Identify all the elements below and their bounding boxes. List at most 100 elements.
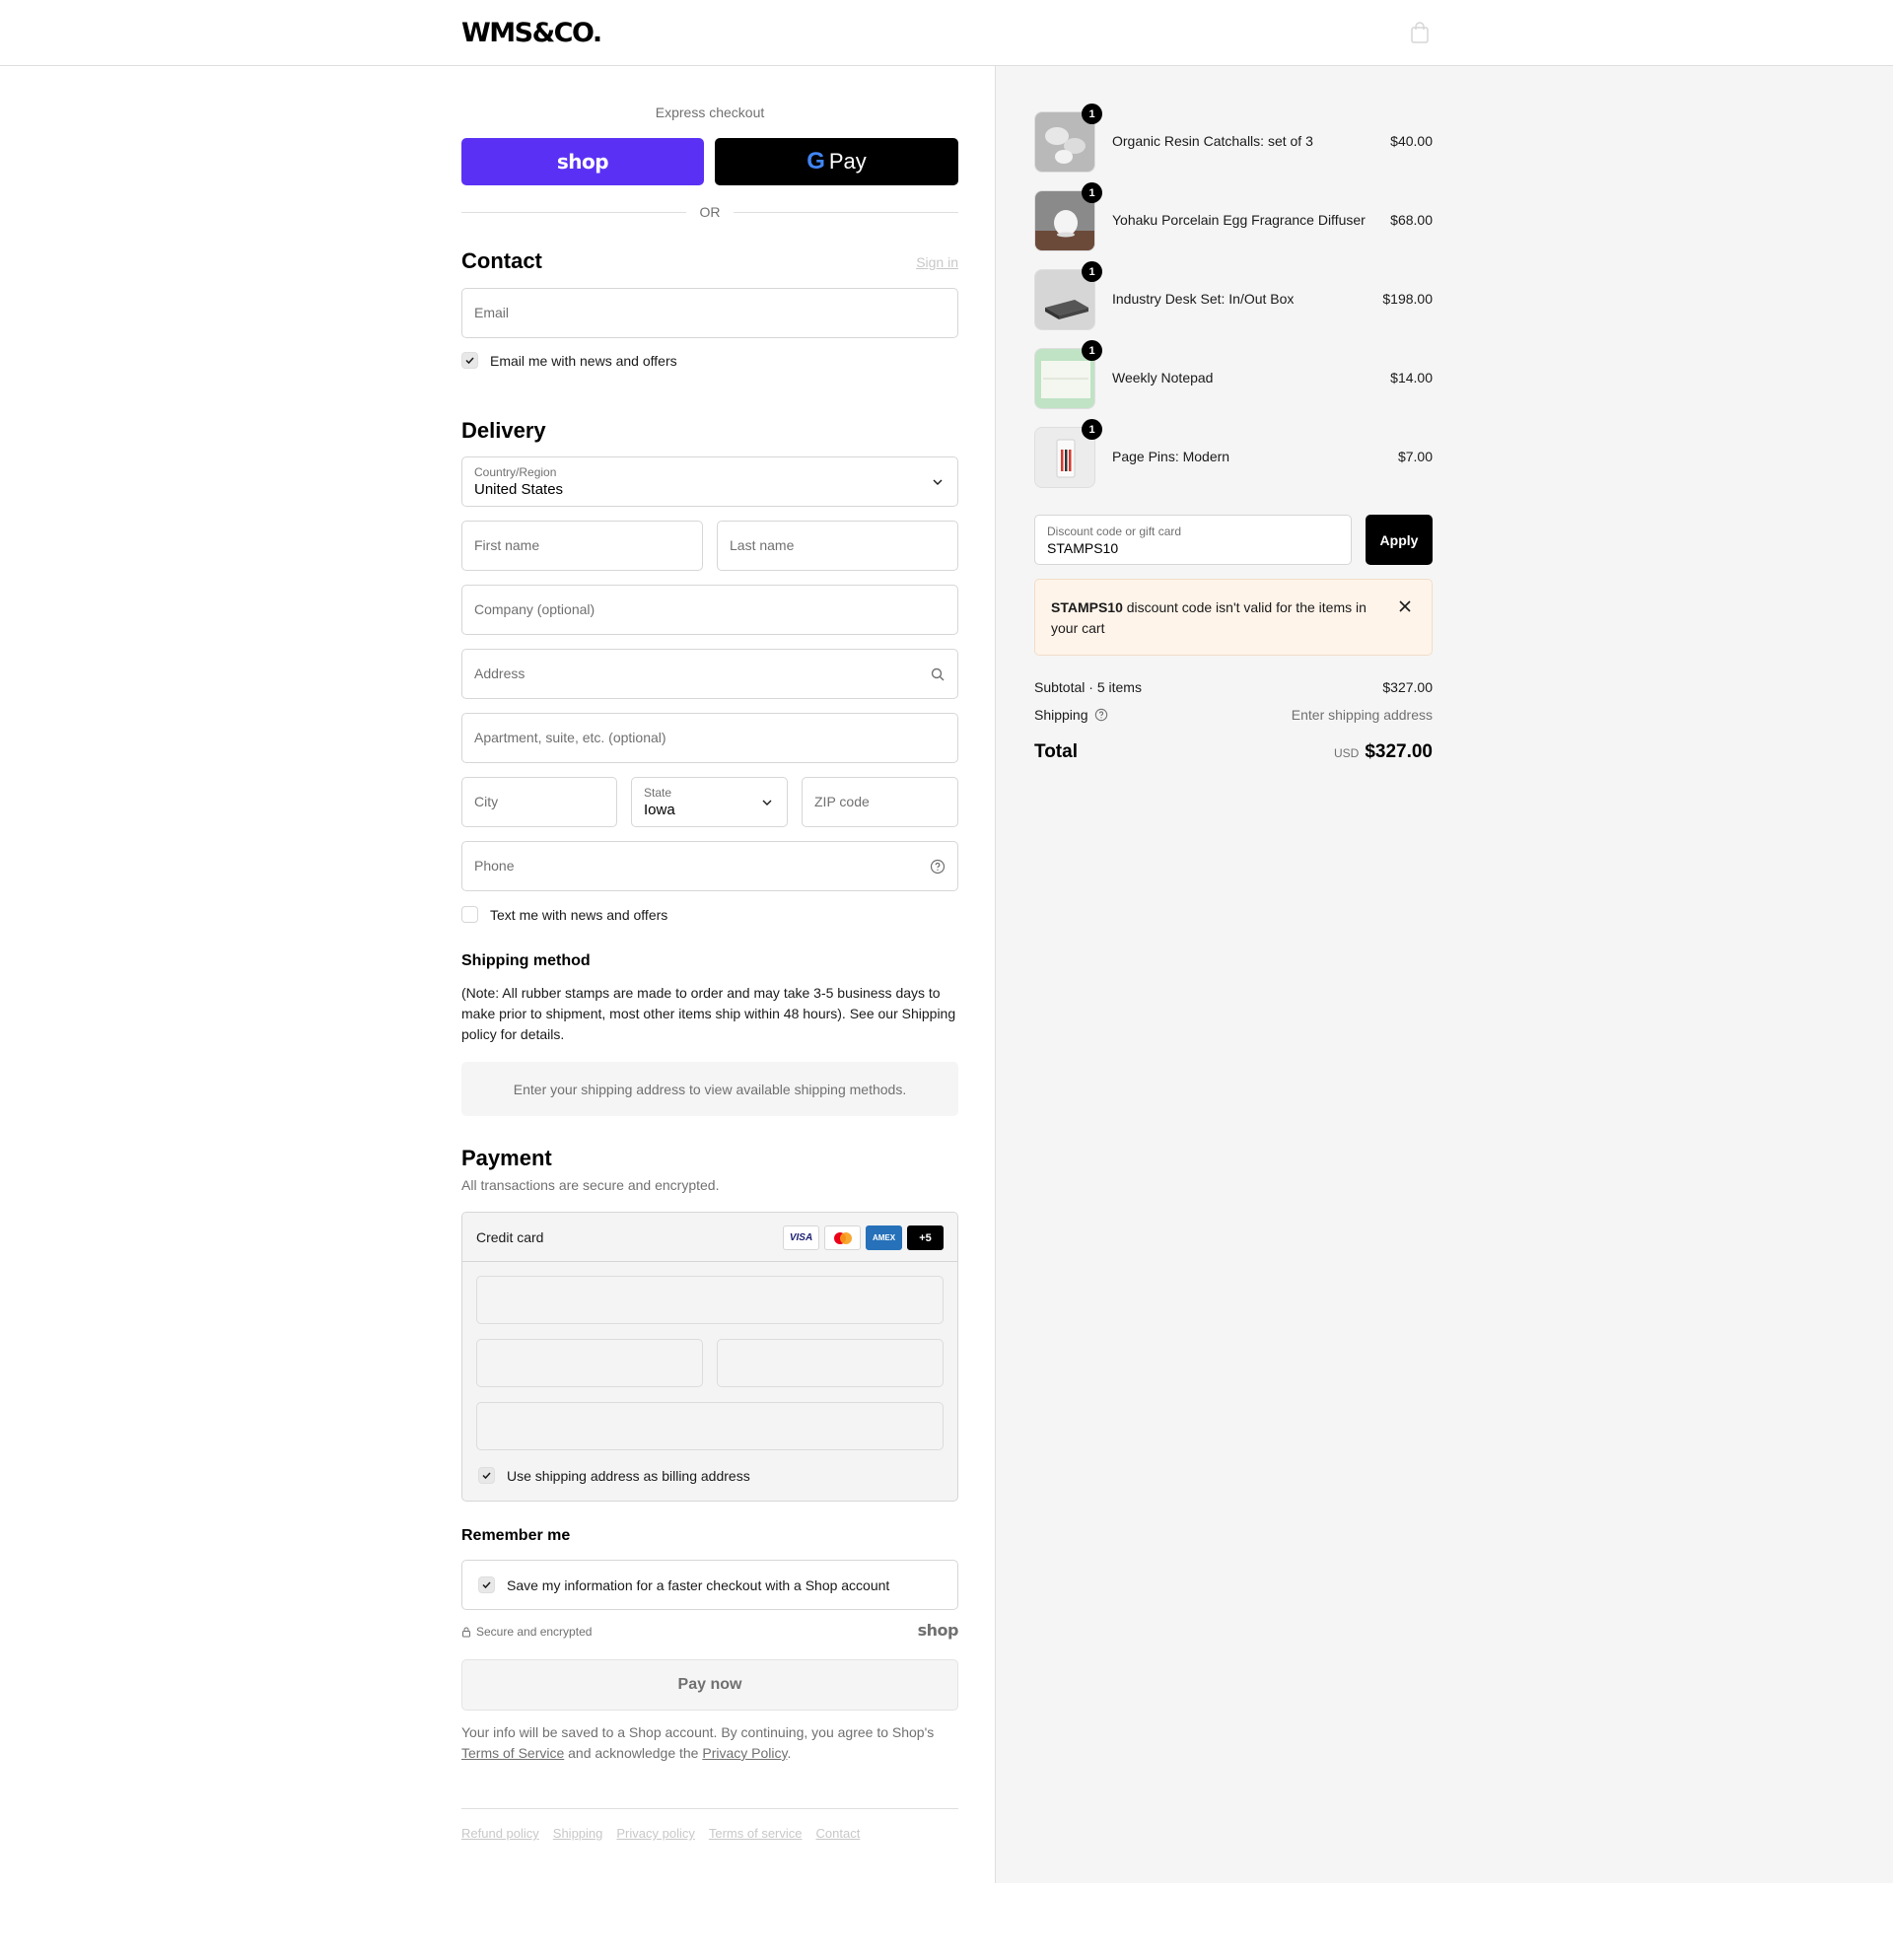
- state-select[interactable]: State Iowa: [631, 777, 788, 827]
- remember-me-title: Remember me: [461, 1527, 571, 1544]
- zip-field[interactable]: ZIP code: [802, 777, 958, 827]
- last-name-placeholder: Last name: [730, 537, 795, 553]
- google-pay-label: Pay: [828, 149, 867, 174]
- shop-pay-button[interactable]: shop: [461, 138, 704, 185]
- check-icon: [465, 357, 474, 365]
- search-icon: [931, 667, 945, 681]
- email-news-checkbox-row[interactable]: Email me with news and offers: [461, 352, 677, 369]
- sign-in-link[interactable]: Sign in: [916, 254, 958, 270]
- shopping-bag-icon[interactable]: [1410, 22, 1430, 43]
- shipping-value: Enter shipping address: [1291, 707, 1433, 723]
- item-name: Page Pins: Modern: [1112, 449, 1230, 464]
- company-field[interactable]: Company (optional): [461, 585, 958, 635]
- country-value: United States: [474, 481, 564, 498]
- amex-icon: AMEX: [866, 1225, 902, 1250]
- help-circle-icon[interactable]: [1094, 708, 1108, 722]
- first-name-field[interactable]: First name: [461, 521, 703, 571]
- shipping-label: Shipping: [1034, 707, 1088, 723]
- mastercard-icon: [824, 1225, 861, 1250]
- text-news-checkbox-row[interactable]: Text me with news and offers: [461, 906, 667, 923]
- email-news-checkbox[interactable]: [461, 352, 478, 369]
- text-news-checkbox[interactable]: [461, 906, 478, 923]
- last-name-field[interactable]: Last name: [717, 521, 958, 571]
- save-info-label: Save my information for a faster checkou…: [507, 1576, 890, 1593]
- state-label: State: [644, 786, 672, 800]
- google-pay-button[interactable]: G Pay: [715, 138, 958, 185]
- apply-button[interactable]: Apply: [1366, 515, 1433, 565]
- cart-item: 1 Yohaku Porcelain Egg Fragrance Diffuse…: [1034, 182, 1433, 251]
- legal-text-1: Your info will be saved to a Shop accoun…: [461, 1724, 935, 1740]
- discount-code-field[interactable]: Discount code or gift card STAMPS10: [1034, 515, 1352, 565]
- card-name-field[interactable]: [476, 1402, 944, 1450]
- shipping-methods-empty: Enter your shipping address to view avai…: [461, 1062, 958, 1116]
- discount-error-alert: STAMPS10 discount code isn't valid for t…: [1034, 579, 1433, 656]
- privacy-policy-link[interactable]: Privacy policy: [616, 1826, 694, 1841]
- order-summary-panel: [995, 66, 1893, 1883]
- contact-link[interactable]: Contact: [816, 1826, 861, 1841]
- item-name: Industry Desk Set: In/Out Box: [1112, 291, 1295, 307]
- cart-item: 1 Organic Resin Catchalls: set of 3 $40.…: [1034, 104, 1433, 173]
- pay-now-button[interactable]: Pay now: [461, 1659, 958, 1711]
- item-price: $40.00: [1390, 133, 1433, 149]
- apartment-placeholder: Apartment, suite, etc. (optional): [474, 730, 666, 745]
- privacy-link[interactable]: Privacy Policy: [702, 1745, 787, 1761]
- address-field[interactable]: Address: [461, 649, 958, 699]
- discount-value: STAMPS10: [1047, 540, 1119, 556]
- item-name: Weekly Notepad: [1112, 370, 1214, 385]
- card-expiry-field[interactable]: [476, 1339, 703, 1387]
- payment-title: Payment: [461, 1146, 552, 1170]
- save-info-checkbox[interactable]: [478, 1576, 495, 1593]
- store-logo[interactable]: WMS&CO.: [461, 18, 602, 48]
- zip-placeholder: ZIP code: [814, 794, 870, 809]
- save-info-row[interactable]: Save my information for a faster checkou…: [461, 1560, 958, 1610]
- first-name-placeholder: First name: [474, 537, 540, 553]
- card-cvc-field[interactable]: [717, 1339, 944, 1387]
- shipping-note: (Note: All rubber stamps are made to ord…: [461, 985, 956, 1042]
- email-news-label: Email me with news and offers: [490, 352, 677, 369]
- email-placeholder: Email: [474, 305, 510, 320]
- help-circle-icon[interactable]: [930, 859, 946, 875]
- terms-of-service-link[interactable]: Terms of service: [709, 1826, 803, 1841]
- shipping-label-wrap: Shipping: [1034, 707, 1108, 723]
- phone-placeholder: Phone: [474, 858, 515, 874]
- quantity-badge: 1: [1082, 104, 1102, 124]
- google-g-icon: G: [806, 148, 825, 175]
- shipping-link[interactable]: Shipping: [553, 1826, 603, 1841]
- city-field[interactable]: City: [461, 777, 617, 827]
- billing-checkbox[interactable]: [478, 1467, 495, 1484]
- shop-logo: shop: [917, 1621, 959, 1640]
- refund-policy-link[interactable]: Refund policy: [461, 1826, 539, 1841]
- chevron-down-icon: [762, 800, 772, 805]
- shipping-empty-text: Enter your shipping address to view avai…: [513, 1081, 907, 1097]
- alert-message: STAMPS10 discount code isn't valid for t…: [1051, 597, 1376, 639]
- item-price: $68.00: [1390, 212, 1433, 228]
- quantity-badge: 1: [1082, 419, 1102, 440]
- email-field[interactable]: Email: [461, 288, 958, 338]
- payment-subtitle: All transactions are secure and encrypte…: [461, 1177, 720, 1193]
- legal-text: Your info will be saved to a Shop accoun…: [461, 1722, 958, 1764]
- secure-note: Secure and encrypted: [461, 1625, 592, 1639]
- discount-label: Discount code or gift card: [1047, 525, 1182, 538]
- phone-field[interactable]: Phone: [461, 841, 958, 891]
- state-value: Iowa: [644, 802, 675, 818]
- alert-code: STAMPS10: [1051, 599, 1123, 615]
- total-value: $327.00: [1365, 741, 1433, 762]
- footer-links: Refund policy Shipping Privacy policy Te…: [461, 1826, 860, 1841]
- quantity-badge: 1: [1082, 182, 1102, 203]
- total-label: Total: [1034, 741, 1078, 762]
- express-checkout-label: Express checkout: [655, 105, 765, 120]
- billing-checkbox-row[interactable]: Use shipping address as billing address: [478, 1467, 750, 1484]
- card-number-field[interactable]: [476, 1276, 944, 1324]
- cart-item: 1 Industry Desk Set: In/Out Box $198.00: [1034, 261, 1433, 330]
- city-placeholder: City: [474, 794, 499, 809]
- apartment-field[interactable]: Apartment, suite, etc. (optional): [461, 713, 958, 763]
- credit-card-option[interactable]: Credit card VISA AMEX +5: [462, 1213, 957, 1262]
- item-name: Organic Resin Catchalls: set of 3: [1112, 133, 1313, 149]
- pay-now-label: Pay now: [677, 1676, 742, 1693]
- terms-link[interactable]: Terms of Service: [461, 1745, 564, 1761]
- country-select[interactable]: Country/Region United States: [461, 456, 958, 507]
- quantity-badge: 1: [1082, 340, 1102, 361]
- close-icon[interactable]: [1398, 599, 1412, 613]
- company-placeholder: Company (optional): [474, 601, 596, 617]
- apply-label: Apply: [1379, 531, 1419, 548]
